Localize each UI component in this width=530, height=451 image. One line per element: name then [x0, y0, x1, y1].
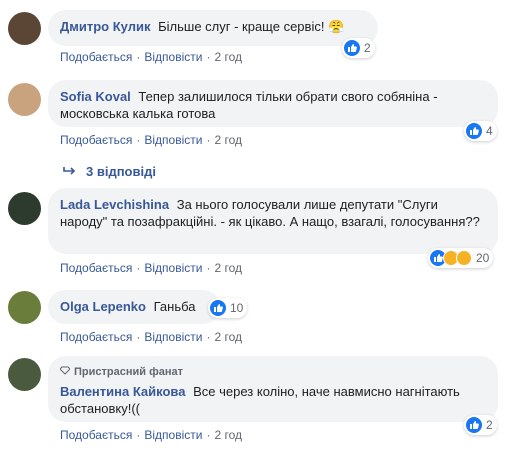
comment-author[interactable]: Sofia Koval: [60, 89, 131, 104]
reaction-count: 10: [230, 301, 244, 315]
timestamp[interactable]: 2 год: [214, 330, 242, 344]
comment-text: Ганьба: [153, 299, 196, 314]
timestamp[interactable]: 2 год: [214, 261, 242, 275]
reaction-count: 20: [476, 251, 490, 265]
comment-bubble: Sofia Koval Тепер залишилося тільки обра…: [48, 80, 498, 127]
comment-author[interactable]: Валентина Кайкова: [60, 384, 185, 399]
comment-author[interactable]: Olga Lepenko: [60, 299, 146, 314]
comment-bubble: Пристрасний фанат Валентина Кайкова Все …: [48, 356, 498, 422]
reaction-count: 2: [364, 41, 371, 55]
reaction-summary[interactable]: 20: [428, 248, 494, 268]
reaction-count: 4: [486, 124, 493, 138]
reply-link[interactable]: Відповісти: [144, 330, 202, 344]
diamond-icon: [59, 364, 71, 381]
replies-count-label[interactable]: 3 відповіді: [86, 164, 156, 179]
like-link[interactable]: Подобається: [60, 261, 132, 275]
timestamp[interactable]: 2 год: [214, 133, 242, 147]
reply-link[interactable]: Відповісти: [144, 133, 202, 147]
reply-link[interactable]: Відповісти: [144, 428, 202, 442]
reply-link[interactable]: Відповісти: [144, 261, 202, 275]
avatar[interactable]: [8, 358, 41, 391]
comment-author[interactable]: Lada Levchishina: [60, 197, 169, 212]
like-reaction-icon: [344, 40, 360, 56]
like-link[interactable]: Подобається: [60, 50, 132, 64]
reaction-summary[interactable]: 10: [208, 298, 248, 318]
avatar[interactable]: [8, 291, 41, 324]
reply-link[interactable]: Відповісти: [144, 50, 202, 64]
avatar[interactable]: [8, 192, 41, 225]
emoji-icon: 😤: [328, 19, 345, 34]
reaction-summary[interactable]: 4: [464, 121, 497, 141]
avatar[interactable]: [8, 83, 41, 116]
reaction-count: 2: [486, 418, 493, 432]
like-reaction-icon: [210, 300, 226, 316]
like-reaction-icon: [466, 417, 482, 433]
comment-actions: Подобається · Відповісти · 2 год: [60, 50, 242, 64]
comment-bubble: Olga Lepenko Ганьба: [48, 290, 220, 324]
reaction-summary[interactable]: 2: [342, 38, 375, 58]
like-link[interactable]: Подобається: [60, 428, 132, 442]
comment-bubble: Дмитро Кулик Більше слуг - краще сервіс!…: [48, 10, 378, 46]
comment-actions: Подобається · Відповісти · 2 год: [60, 261, 242, 275]
comment-actions: Подобається · Відповісти · 2 год: [60, 133, 242, 147]
fan-badge: Пристрасний фанат: [59, 364, 486, 381]
view-replies-link[interactable]: 3 відповіді: [62, 164, 156, 179]
comment-actions: Подобається · Відповісти · 2 год: [60, 330, 242, 344]
like-link[interactable]: Подобається: [60, 330, 132, 344]
comment-bubble: Lada Levchishina За нього голосували лиш…: [48, 188, 498, 254]
like-reaction-icon: [466, 123, 482, 139]
comment-actions: Подобається · Відповісти · 2 год: [60, 428, 242, 442]
reaction-summary[interactable]: 2: [464, 415, 497, 435]
sad-reaction-icon: [456, 250, 472, 266]
timestamp[interactable]: 2 год: [214, 428, 242, 442]
timestamp[interactable]: 2 год: [214, 50, 242, 64]
like-link[interactable]: Подобається: [60, 133, 132, 147]
comment-text: Більше слуг - краще сервіс!: [158, 19, 325, 34]
comment-author[interactable]: Дмитро Кулик: [60, 19, 150, 34]
reply-arrow-icon: [62, 164, 76, 179]
avatar[interactable]: [8, 12, 41, 45]
fan-badge-label: Пристрасний фанат: [74, 366, 183, 378]
